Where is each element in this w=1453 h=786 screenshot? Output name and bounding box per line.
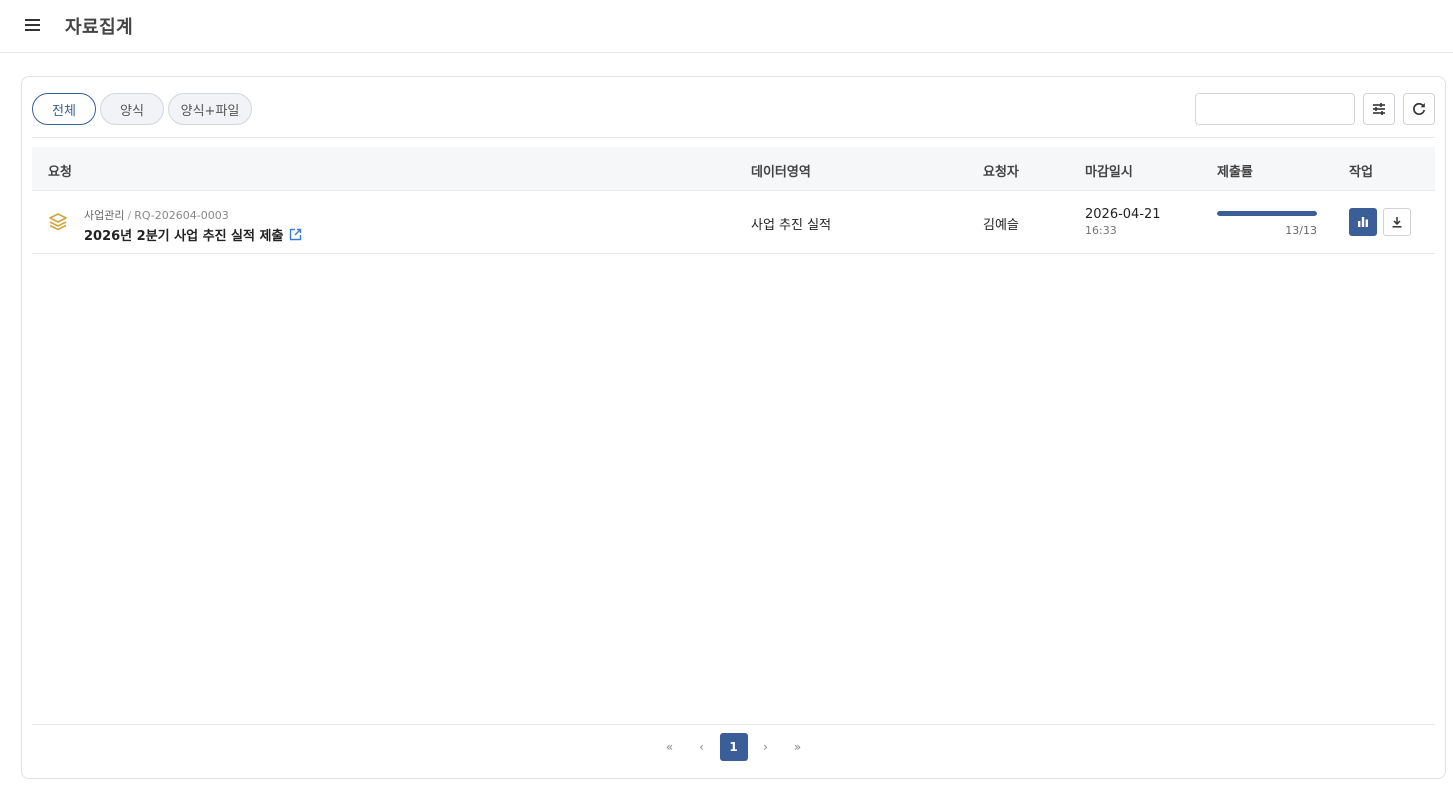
deadline-cell: 2026-04-21 16:33: [1085, 207, 1161, 237]
page-last-button[interactable]: »: [784, 733, 812, 761]
tab-form-file[interactable]: 양식+파일: [168, 93, 252, 125]
deadline-time: 16:33: [1085, 224, 1117, 237]
col-actions: 작업: [1349, 165, 1373, 180]
page-next-button[interactable]: ›: [752, 733, 780, 761]
download-icon: [1392, 217, 1402, 228]
submit-progress-fill: [1217, 211, 1317, 216]
submit-progress-bar: [1217, 211, 1317, 216]
search-input[interactable]: [1195, 93, 1355, 125]
request-cell: 사업관리 / RQ-202604-0003 2026년 2분기 사업 추진 실적 제…: [84, 207, 302, 244]
deadline-date: 2026-04-21: [1085, 207, 1161, 222]
col-requester: 요청자: [983, 165, 1019, 180]
submit-rate-cell: 13/13: [1217, 211, 1317, 237]
page-title: 자료집계: [65, 17, 134, 38]
submit-rate-text: 13/13: [1285, 224, 1317, 237]
data-area-cell: 사업 추진 실적: [751, 218, 832, 233]
filter-settings-button[interactable]: [1363, 93, 1395, 125]
col-data-area: 데이터영역: [751, 165, 811, 180]
main-card: 전체 양식 양식+파일 요청 데이터영역 요청자 마감일시 제출률 작업 사업관…: [21, 76, 1446, 779]
layers-icon: [49, 213, 67, 231]
table-row: 사업관리 / RQ-202604-0003 2026년 2분기 사업 추진 실적 제…: [32, 191, 1435, 254]
stats-button[interactable]: [1349, 208, 1377, 236]
request-meta: 사업관리 / RQ-202604-0003: [84, 209, 229, 222]
top-bar: 자료집계: [0, 0, 1453, 53]
hamburger-icon[interactable]: [23, 17, 43, 33]
request-code: RQ-202604-0003: [134, 209, 229, 222]
refresh-button[interactable]: [1403, 93, 1435, 125]
tab-form[interactable]: 양식: [100, 93, 164, 125]
requester-cell: 김예슬: [983, 218, 1019, 233]
col-deadline: 마감일시: [1085, 165, 1133, 180]
table-header: 요청 데이터영역 요청자 마감일시 제출률 작업: [32, 147, 1435, 191]
page-1-button[interactable]: 1: [719, 733, 748, 761]
download-button[interactable]: [1383, 208, 1411, 236]
refresh-icon: [1413, 102, 1426, 116]
page-first-button[interactable]: «: [656, 733, 684, 761]
external-link-icon[interactable]: [289, 228, 302, 241]
sliders-icon: [1373, 103, 1385, 115]
bar-chart-icon: [1358, 217, 1368, 227]
request-title: 2026년 2분기 사업 추진 실적 제출: [84, 229, 284, 244]
col-submit-rate: 제출률: [1217, 165, 1253, 180]
request-title-link[interactable]: 2026년 2분기 사업 추진 실적 제출: [84, 225, 302, 244]
toolbar-divider: [32, 137, 1435, 138]
col-request: 요청: [48, 165, 72, 180]
page-prev-button[interactable]: ‹: [688, 733, 716, 761]
footer-divider: [32, 724, 1435, 725]
pagination: « ‹ 1 › »: [22, 733, 1445, 761]
tab-all[interactable]: 전체: [32, 93, 96, 125]
request-category: 사업관리: [84, 209, 125, 222]
